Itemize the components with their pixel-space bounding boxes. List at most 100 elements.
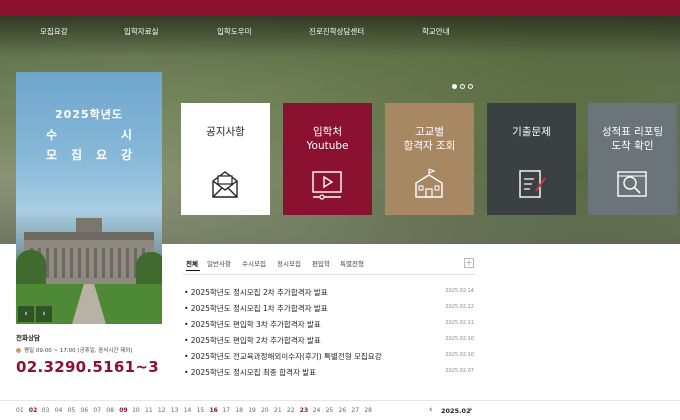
- tile-notice-label: 공지사항: [206, 126, 245, 138]
- banner-next-button[interactable]: ›: [36, 306, 52, 322]
- calendar-day[interactable]: 08: [106, 407, 114, 414]
- tile-notice[interactable]: 공지사항: [181, 103, 270, 215]
- news-item-title: • 2025학년도 전교육과정해외이수자(후기) 특별전형 모집요강: [184, 352, 382, 361]
- news-item[interactable]: • 2025학년도 정시모집 최종 합격자 발표 2025.02.07: [184, 367, 476, 379]
- calendar-day[interactable]: 28: [364, 407, 372, 414]
- news-item-date: 2025.02.07: [445, 368, 474, 374]
- tile-youtube[interactable]: 입학처 Youtube: [283, 103, 372, 215]
- news-item-date: 2025.02.11: [445, 320, 474, 326]
- tile-report-check[interactable]: 성적표 리포팅 도착 확인: [588, 103, 677, 215]
- nav-item-school-info[interactable]: 학교안내: [422, 26, 450, 37]
- calendar-month: 2025.02: [441, 407, 471, 415]
- hero-dot-2[interactable]: [460, 84, 465, 89]
- calendar-day[interactable]: 01: [16, 407, 24, 414]
- news-item-date: 2025.02.12: [445, 304, 474, 310]
- news-item[interactable]: • 2025학년도 편입학 2차 추가합격자 발표 2025.02.10: [184, 335, 476, 347]
- news-tab-general[interactable]: 일반사항: [207, 258, 231, 268]
- news-tab-special[interactable]: 특별전형: [340, 258, 364, 268]
- nav-item-helper[interactable]: 입학도우미: [217, 26, 252, 37]
- calendar-day[interactable]: 24: [313, 407, 321, 414]
- calendar-day[interactable]: 07: [93, 407, 101, 414]
- banner-char: 모: [46, 148, 58, 162]
- news-item-title: • 2025학년도 정시모집 최종 합격자 발표: [184, 368, 317, 377]
- calendar-day[interactable]: 09: [119, 407, 127, 414]
- building-windows: [30, 248, 148, 278]
- calendar-day[interactable]: 26: [339, 407, 347, 414]
- calendar-day[interactable]: 20: [261, 407, 269, 414]
- news-item[interactable]: • 2025학년도 정시모집 1차 추가합격자 발표 2025.02.12: [184, 303, 476, 315]
- news-item-date: 2025.02.10: [445, 352, 474, 358]
- news-item[interactable]: • 2025학년도 편입학 3차 추가합격자 발표 2025.02.11: [184, 319, 476, 331]
- calendar-day[interactable]: 15: [197, 407, 205, 414]
- consult-phone-number[interactable]: 02.3290.5161~3: [16, 358, 159, 376]
- nav-item-resources[interactable]: 입학자료실: [124, 26, 159, 37]
- calendar-day[interactable]: 04: [55, 407, 63, 414]
- calendar-day[interactable]: 02: [29, 407, 37, 414]
- news-more-button[interactable]: +: [464, 258, 474, 268]
- calendar-day[interactable]: 11: [145, 407, 153, 414]
- banner-char: 시: [120, 128, 132, 142]
- news-item-title: • 2025학년도 정시모집 2차 추가합격자 발표: [184, 288, 328, 297]
- calendar-day[interactable]: 14: [184, 407, 192, 414]
- calendar-day[interactable]: 22: [287, 407, 295, 414]
- calendar-day[interactable]: 21: [274, 407, 282, 414]
- banner-subtitle-line-1: 수 시: [46, 126, 132, 143]
- calendar-day[interactable]: 27: [351, 407, 359, 414]
- calendar-prev-button[interactable]: ‹: [429, 405, 433, 415]
- calendar-day[interactable]: 03: [42, 407, 50, 414]
- video-play-icon: [312, 171, 342, 200]
- news-item-date: 2025.02.14: [445, 288, 474, 294]
- news-tab-transfer[interactable]: 편입학: [312, 258, 330, 268]
- calendar-day[interactable]: 13: [171, 407, 179, 414]
- banner-subtitle-line-2: 모 집 요 강: [46, 146, 132, 163]
- hero-dot-1[interactable]: [452, 84, 457, 89]
- news-tab-all[interactable]: 전체: [186, 258, 198, 268]
- envelope-icon: [212, 171, 238, 198]
- banner-char: 강: [120, 148, 132, 162]
- news-tab-regular[interactable]: 정시모집: [277, 258, 301, 268]
- consult-hours: 평일 09:00 ~ 17:00 (공휴일, 중식시간 제외): [16, 346, 133, 354]
- calendar-day[interactable]: 23: [300, 407, 308, 414]
- banner-char: 집: [70, 148, 83, 162]
- document-edit-icon: [519, 170, 546, 198]
- school-building-icon: [415, 168, 443, 198]
- news-item-title: • 2025학년도 편입학 3차 추가합격자 발표: [184, 320, 321, 329]
- news-item-title: • 2025학년도 편입학 2차 추가합격자 발표: [184, 336, 321, 345]
- news-item[interactable]: • 2025학년도 정시모집 2차 추가합격자 발표 2025.02.14: [184, 287, 476, 299]
- tile-past-exams-label: 기출문제: [512, 126, 551, 138]
- calendar-day[interactable]: 06: [81, 407, 89, 414]
- tile-youtube-label: 입학처 Youtube: [306, 126, 349, 152]
- calendar-day[interactable]: 10: [132, 407, 140, 414]
- main-nav: 모집요강 입학자료실 입학도우미 진로진학상담센터 학교안내: [0, 26, 680, 40]
- tile-report-check-label: 성적표 리포팅 도착 확인: [601, 126, 664, 152]
- phone-consult: 전화상담 평일 09:00 ~ 17:00 (공휴일, 중식시간 제외) 02.…: [16, 332, 166, 376]
- hero-dot-3[interactable]: [468, 84, 473, 89]
- calendar-day[interactable]: 19: [248, 407, 256, 414]
- calendar-day[interactable]: 16: [210, 407, 218, 414]
- news-item-date: 2025.02.10: [445, 336, 474, 342]
- banner-title: 2025학년도: [55, 108, 123, 121]
- nav-item-counseling-center[interactable]: 진로진학상담센터: [309, 26, 364, 37]
- banner-char: 수: [46, 128, 58, 142]
- news-divider: [183, 274, 475, 275]
- calendar-day[interactable]: 18: [235, 407, 243, 414]
- top-brand-bar: [0, 0, 680, 16]
- calendar-day[interactable]: 12: [158, 407, 166, 414]
- news-item-title: • 2025학년도 정시모집 1차 추가합격자 발표: [184, 304, 328, 313]
- tile-school-results-label: 고교별 합격자 조회: [403, 126, 456, 152]
- consult-hours-text: 평일 09:00 ~ 17:00 (공휴일, 중식시간 제외): [24, 348, 133, 354]
- admission-banner[interactable]: 2025학년도 수 시 모 집 요 강 ‹ ›: [16, 72, 162, 324]
- news-tab-underline: [186, 270, 200, 271]
- calendar-next-button[interactable]: ›: [469, 405, 473, 415]
- calendar-day[interactable]: 05: [68, 407, 76, 414]
- nav-item-admission-guide[interactable]: 모집요강: [40, 26, 68, 37]
- news-tab-early[interactable]: 수시모집: [242, 258, 266, 268]
- tile-past-exams[interactable]: 기출문제: [487, 103, 576, 215]
- consult-title: 전화상담: [16, 334, 40, 342]
- banner-prev-button[interactable]: ‹: [18, 306, 34, 322]
- calendar-day[interactable]: 17: [222, 407, 230, 414]
- news-item[interactable]: • 2025학년도 전교육과정해외이수자(후기) 특별전형 모집요강 2025.…: [184, 351, 476, 363]
- calendar-day[interactable]: 25: [326, 407, 334, 414]
- tile-school-results[interactable]: 고교별 합격자 조회: [385, 103, 474, 215]
- search-report-icon: [617, 171, 647, 197]
